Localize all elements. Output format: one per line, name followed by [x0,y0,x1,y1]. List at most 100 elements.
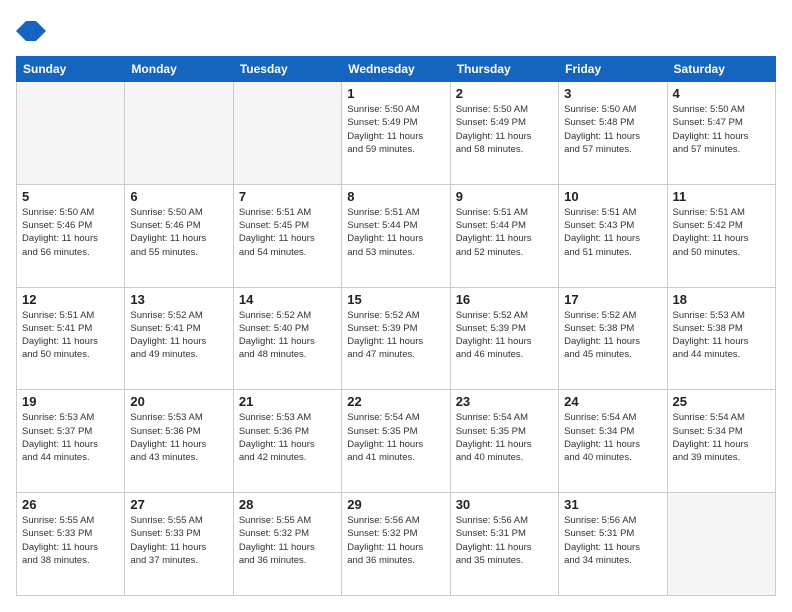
day-info: Sunrise: 5:56 AMSunset: 5:31 PMDaylight:… [564,514,661,567]
day-number: 3 [564,86,661,101]
day-info: Sunrise: 5:51 AMSunset: 5:42 PMDaylight:… [673,206,770,259]
week-row-0: 1 Sunrise: 5:50 AMSunset: 5:49 PMDaylight… [17,82,776,185]
weekday-header-tuesday: Tuesday [233,57,341,82]
day-info: Sunrise: 5:52 AMSunset: 5:38 PMDaylight:… [564,309,661,362]
calendar-cell: 16 Sunrise: 5:52 AMSunset: 5:39 PMDayligh… [450,287,558,390]
weekday-header-wednesday: Wednesday [342,57,450,82]
day-info: Sunrise: 5:50 AMSunset: 5:49 PMDaylight:… [347,103,444,156]
weekday-header-saturday: Saturday [667,57,775,82]
calendar-cell: 3Sunrise: 5:50 AMSunset: 5:48 PMDaylight… [559,82,667,185]
calendar-cell: 27Sunrise: 5:55 AMSunset: 5:33 PMDayligh… [125,493,233,596]
calendar-cell: 22Sunrise: 5:54 AMSunset: 5:35 PMDayligh… [342,390,450,493]
day-number: 12 [22,292,119,307]
calendar-cell: 2 Sunrise: 5:50 AMSunset: 5:49 PMDaylight… [450,82,558,185]
day-number: 10 [564,189,661,204]
day-info: Sunrise: 5:54 AMSunset: 5:34 PMDaylight:… [564,411,661,464]
day-number: 17 [564,292,661,307]
day-info: Sunrise: 5:52 AMSunset: 5:40 PMDaylight:… [239,309,336,362]
day-number: 4 [673,86,770,101]
day-number: 15 [347,292,444,307]
day-number: 14 [239,292,336,307]
day-number: 2 [456,86,553,101]
day-number: 9 [456,189,553,204]
calendar-cell: 21 Sunrise: 5:53 AMSunset: 5:36 PMDayligh… [233,390,341,493]
day-info: Sunrise: 5:51 AMSunset: 5:44 PMDaylight:… [456,206,553,259]
calendar-cell: 4 Sunrise: 5:50 AMSunset: 5:47 PMDaylight… [667,82,775,185]
calendar-table: SundayMondayTuesdayWednesdayThursdayFrid… [16,56,776,596]
calendar-cell: 25 Sunrise: 5:54 AMSunset: 5:34 PMDayligh… [667,390,775,493]
week-row-3: 19 Sunrise: 5:53 AMSunset: 5:37 PMDayligh… [17,390,776,493]
day-number: 26 [22,497,119,512]
day-info: Sunrise: 5:53 AMSunset: 5:37 PMDaylight:… [22,411,119,464]
day-info: Sunrise: 5:52 AMSunset: 5:41 PMDaylight:… [130,309,227,362]
day-info: Sunrise: 5:50 AMSunset: 5:49 PMDaylight:… [456,103,553,156]
day-number: 22 [347,394,444,409]
day-info: Sunrise: 5:50 AMSunset: 5:46 PMDaylight:… [22,206,119,259]
weekday-header-monday: Monday [125,57,233,82]
calendar-cell: 31 Sunrise: 5:56 AMSunset: 5:31 PMDayligh… [559,493,667,596]
logo [16,16,50,46]
day-info: Sunrise: 5:53 AMSunset: 5:36 PMDaylight:… [239,411,336,464]
day-info: Sunrise: 5:55 AMSunset: 5:33 PMDaylight:… [22,514,119,567]
calendar-cell: 1 Sunrise: 5:50 AMSunset: 5:49 PMDaylight… [342,82,450,185]
day-info: Sunrise: 5:52 AMSunset: 5:39 PMDaylight:… [347,309,444,362]
calendar-cell [125,82,233,185]
week-row-4: 26 Sunrise: 5:55 AMSunset: 5:33 PMDayligh… [17,493,776,596]
day-number: 31 [564,497,661,512]
week-row-1: 5 Sunrise: 5:50 AMSunset: 5:46 PMDaylight… [17,184,776,287]
calendar-cell: 7Sunrise: 5:51 AMSunset: 5:45 PMDaylight… [233,184,341,287]
day-info: Sunrise: 5:56 AMSunset: 5:32 PMDaylight:… [347,514,444,567]
calendar-cell: 19 Sunrise: 5:53 AMSunset: 5:37 PMDayligh… [17,390,125,493]
day-number: 25 [673,394,770,409]
calendar-cell [233,82,341,185]
day-number: 23 [456,394,553,409]
day-number: 11 [673,189,770,204]
calendar-cell: 20 Sunrise: 5:53 AMSunset: 5:36 PMDayligh… [125,390,233,493]
day-info: Sunrise: 5:54 AMSunset: 5:35 PMDaylight:… [456,411,553,464]
day-number: 18 [673,292,770,307]
day-info: Sunrise: 5:50 AMSunset: 5:46 PMDaylight:… [130,206,227,259]
calendar-cell: 11 Sunrise: 5:51 AMSunset: 5:42 PMDayligh… [667,184,775,287]
calendar-cell: 9 Sunrise: 5:51 AMSunset: 5:44 PMDaylight… [450,184,558,287]
day-number: 8 [347,189,444,204]
day-number: 21 [239,394,336,409]
header [16,16,776,46]
calendar-cell: 12Sunrise: 5:51 AMSunset: 5:41 PMDayligh… [17,287,125,390]
calendar-cell [17,82,125,185]
week-row-2: 12Sunrise: 5:51 AMSunset: 5:41 PMDayligh… [17,287,776,390]
calendar-cell: 28Sunrise: 5:55 AMSunset: 5:32 PMDayligh… [233,493,341,596]
weekday-header-friday: Friday [559,57,667,82]
day-number: 24 [564,394,661,409]
day-number: 13 [130,292,227,307]
day-number: 5 [22,189,119,204]
calendar-cell [667,493,775,596]
day-info: Sunrise: 5:51 AMSunset: 5:43 PMDaylight:… [564,206,661,259]
logo-icon [16,16,46,46]
page: SundayMondayTuesdayWednesdayThursdayFrid… [0,0,792,612]
day-number: 7 [239,189,336,204]
calendar-cell: 13 Sunrise: 5:52 AMSunset: 5:41 PMDayligh… [125,287,233,390]
day-info: Sunrise: 5:53 AMSunset: 5:36 PMDaylight:… [130,411,227,464]
calendar-cell: 10 Sunrise: 5:51 AMSunset: 5:43 PMDayligh… [559,184,667,287]
day-info: Sunrise: 5:55 AMSunset: 5:33 PMDaylight:… [130,514,227,567]
day-info: Sunrise: 5:52 AMSunset: 5:39 PMDaylight:… [456,309,553,362]
calendar-cell: 24 Sunrise: 5:54 AMSunset: 5:34 PMDayligh… [559,390,667,493]
day-info: Sunrise: 5:50 AMSunset: 5:47 PMDaylight:… [673,103,770,156]
calendar-cell: 23 Sunrise: 5:54 AMSunset: 5:35 PMDayligh… [450,390,558,493]
day-number: 28 [239,497,336,512]
calendar-cell: 30Sunrise: 5:56 AMSunset: 5:31 PMDayligh… [450,493,558,596]
day-number: 19 [22,394,119,409]
day-number: 20 [130,394,227,409]
calendar-cell: 26 Sunrise: 5:55 AMSunset: 5:33 PMDayligh… [17,493,125,596]
weekday-header-thursday: Thursday [450,57,558,82]
calendar-cell: 18 Sunrise: 5:53 AMSunset: 5:38 PMDayligh… [667,287,775,390]
weekday-header-sunday: Sunday [17,57,125,82]
day-number: 1 [347,86,444,101]
calendar-cell: 29Sunrise: 5:56 AMSunset: 5:32 PMDayligh… [342,493,450,596]
day-number: 16 [456,292,553,307]
calendar-cell: 8Sunrise: 5:51 AMSunset: 5:44 PMDaylight… [342,184,450,287]
calendar-cell: 17 Sunrise: 5:52 AMSunset: 5:38 PMDayligh… [559,287,667,390]
day-info: Sunrise: 5:54 AMSunset: 5:34 PMDaylight:… [673,411,770,464]
day-number: 30 [456,497,553,512]
day-info: Sunrise: 5:53 AMSunset: 5:38 PMDaylight:… [673,309,770,362]
